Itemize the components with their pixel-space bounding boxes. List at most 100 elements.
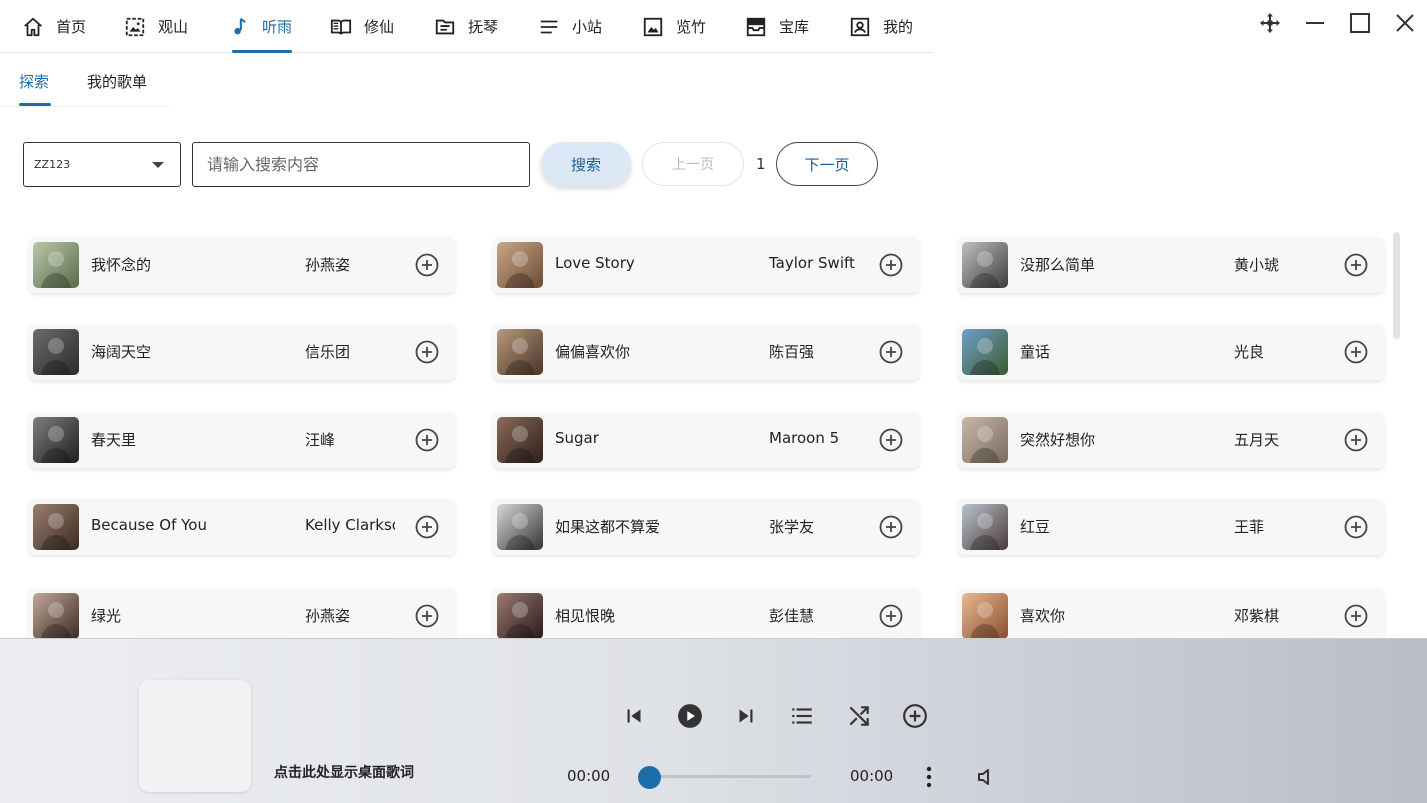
nav-item-label: 观山 <box>158 18 189 36</box>
song-title: 我怀念的 <box>91 256 152 274</box>
sub-tabs: 探索 我的歌单 <box>0 55 170 107</box>
album-cover <box>33 242 79 288</box>
song-artist: 黄小琥 <box>1234 256 1280 274</box>
tab-my-playlists[interactable]: 我的歌单 <box>87 71 147 92</box>
song-card[interactable]: 如果这都不算爱 张学友 <box>493 499 919 555</box>
song-card[interactable]: Because Of You Kelly Clarkson <box>29 499 455 555</box>
chevron-down-icon <box>152 162 164 168</box>
add-circle-icon[interactable] <box>879 515 903 539</box>
nav-item-8[interactable]: 我的 <box>849 0 913 53</box>
song-artist: Kelly Clarkson <box>305 516 395 534</box>
main-nav: 首页 观山 听雨 修仙 抚琴 小站 览竹 宝库 我的 <box>0 0 932 53</box>
add-circle-icon[interactable] <box>415 428 439 452</box>
now-playing-cover[interactable] <box>139 680 251 792</box>
search-button[interactable]: 搜索 <box>541 142 631 186</box>
add-circle-icon[interactable] <box>1344 340 1368 364</box>
song-card[interactable]: 喜欢你 邓紫棋 <box>958 588 1384 638</box>
song-title: 没那么简单 <box>1020 256 1096 274</box>
song-artist: 邓紫棋 <box>1234 607 1280 625</box>
search-input[interactable] <box>192 142 530 187</box>
song-artist: 王菲 <box>1234 518 1265 536</box>
song-card[interactable]: 突然好想你 五月天 <box>958 412 1384 468</box>
desktop-lyrics-toggle[interactable]: 点击此处显示桌面歌词 <box>274 762 414 782</box>
nav-item-6[interactable]: 览竹 <box>642 0 706 53</box>
add-circle-icon[interactable] <box>879 604 903 628</box>
song-artist: 信乐团 <box>305 343 351 361</box>
play-icon <box>678 704 702 728</box>
previous-track-button[interactable] <box>620 702 648 730</box>
song-title: 红豆 <box>1020 518 1051 536</box>
song-card[interactable]: 春天里 汪峰 <box>29 412 455 468</box>
song-card[interactable]: 相见恨晚 彭佳慧 <box>493 588 919 638</box>
maximize-button[interactable] <box>1337 0 1382 46</box>
song-artist: 汪峰 <box>305 431 336 449</box>
nav-item-5[interactable]: 小站 <box>538 0 602 53</box>
play-button[interactable] <box>676 702 704 730</box>
more-options-button[interactable] <box>920 764 938 790</box>
prev-page-button[interactable]: 上一页 <box>642 142 744 186</box>
add-circle-icon[interactable] <box>1344 515 1368 539</box>
minimize-button[interactable] <box>1292 0 1337 46</box>
nav-item-label: 修仙 <box>364 18 395 36</box>
song-card[interactable]: 偏偏喜欢你 陈百强 <box>493 324 919 380</box>
nav-item-1[interactable]: 观山 <box>124 0 188 53</box>
add-circle-icon[interactable] <box>1344 604 1368 628</box>
music-note-icon <box>228 16 250 38</box>
add-circle-icon[interactable] <box>879 428 903 452</box>
add-circle-icon[interactable] <box>415 253 439 277</box>
source-select[interactable]: ZZ123 <box>23 142 181 187</box>
nav-item-3[interactable]: 修仙 <box>330 0 394 53</box>
progress-track[interactable] <box>651 775 811 778</box>
song-card[interactable]: 红豆 王菲 <box>958 499 1384 555</box>
window-controls <box>1247 0 1427 46</box>
folder-icon <box>434 16 456 38</box>
nav-item-7[interactable]: 宝库 <box>745 0 809 53</box>
song-title: Sugar <box>555 429 599 447</box>
song-artist: Maroon 5 <box>769 429 840 447</box>
song-card[interactable]: Love Story Taylor Swift <box>493 237 919 293</box>
tab-explore[interactable]: 探索 <box>19 71 49 92</box>
nav-item-label: 首页 <box>56 18 87 36</box>
song-card[interactable]: 没那么简单 黄小琥 <box>958 237 1384 293</box>
nav-item-2[interactable]: 听雨 <box>228 0 293 53</box>
volume-button[interactable] <box>974 765 998 789</box>
move-window-button[interactable] <box>1247 0 1292 46</box>
user-portrait-icon <box>849 16 871 38</box>
nav-item-4[interactable]: 抚琴 <box>434 0 498 53</box>
active-tab-indicator <box>19 103 51 106</box>
playlist-button[interactable] <box>788 702 816 730</box>
inbox-icon <box>745 16 767 38</box>
close-button[interactable] <box>1382 0 1427 46</box>
song-artist: 张学友 <box>769 518 815 536</box>
next-page-button[interactable]: 下一页 <box>776 142 878 186</box>
shuffle-icon <box>849 706 869 726</box>
add-circle-icon[interactable] <box>879 340 903 364</box>
add-circle-icon[interactable] <box>415 604 439 628</box>
total-time: 00:00 <box>850 767 894 785</box>
add-circle-icon[interactable] <box>415 340 439 364</box>
add-circle-icon[interactable] <box>1344 428 1368 452</box>
song-artist: 陈百强 <box>769 343 815 361</box>
add-circle-icon[interactable] <box>1344 253 1368 277</box>
add-circle-icon[interactable] <box>879 253 903 277</box>
song-card[interactable]: 绿光 孙燕姿 <box>29 588 455 638</box>
volume-icon <box>978 769 989 785</box>
song-card[interactable]: 童话 光良 <box>958 324 1384 380</box>
scrollbar[interactable] <box>1393 232 1400 339</box>
song-card[interactable]: 海阔天空 信乐团 <box>29 324 455 380</box>
current-time: 00:00 <box>567 767 611 785</box>
add-to-list-button[interactable] <box>901 702 929 730</box>
close-icon <box>1395 14 1414 32</box>
next-track-button[interactable] <box>732 702 760 730</box>
progress-knob[interactable] <box>638 766 661 789</box>
add-circle-icon[interactable] <box>415 515 439 539</box>
maximize-icon <box>1349 13 1370 33</box>
song-card[interactable]: Sugar Maroon 5 <box>493 412 919 468</box>
song-card[interactable]: 我怀念的 孙燕姿 <box>29 237 455 293</box>
song-title: Because Of You <box>91 516 207 534</box>
picture-icon <box>642 16 664 38</box>
shuffle-button[interactable] <box>845 702 873 730</box>
album-cover <box>962 593 1008 638</box>
nav-item-0[interactable]: 首页 <box>22 0 86 53</box>
source-select-value: ZZ123 <box>34 158 71 171</box>
